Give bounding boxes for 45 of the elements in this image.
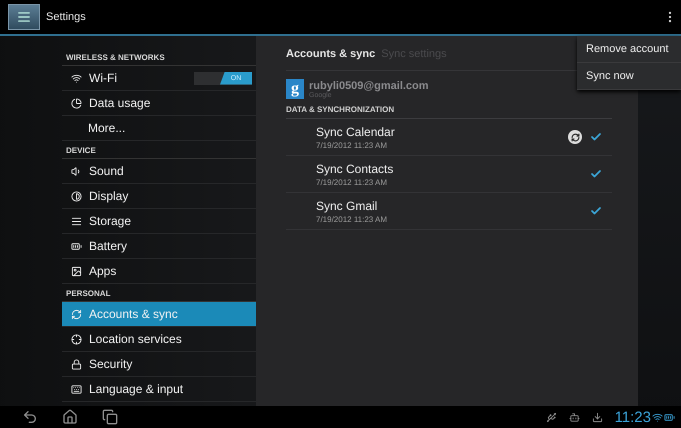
menu-item[interactable]: Remove account xyxy=(577,36,681,63)
checkbox[interactable] xyxy=(590,168,602,180)
lock-icon xyxy=(70,358,82,370)
sync-row[interactable]: Sync Gmail 7/19/2012 11:23 AM xyxy=(286,193,612,230)
speaker-icon xyxy=(70,166,82,176)
sidebar-item[interactable]: Display xyxy=(62,184,256,209)
battery-icon xyxy=(70,240,82,252)
sync-item-title: Sync Gmail xyxy=(316,198,378,212)
wifi-icon xyxy=(70,72,82,84)
sync-item-date: 7/19/2012 11:23 AM xyxy=(316,178,388,186)
lines-icon xyxy=(70,216,82,226)
recents-icon[interactable] xyxy=(102,409,118,425)
account-logo-icon: g xyxy=(286,79,304,99)
section-header: WIRELESS & NETWORKS xyxy=(62,48,256,66)
section-header: DEVICE xyxy=(62,141,256,159)
sync-item-title: Sync Contacts xyxy=(316,162,394,176)
usb-icon xyxy=(546,412,557,422)
crosshair-icon xyxy=(70,334,82,344)
home-icon[interactable] xyxy=(62,409,78,425)
checkbox[interactable] xyxy=(590,131,602,143)
clock-time: 11:23 xyxy=(614,408,651,426)
sync-item-title: Sync Calendar xyxy=(316,124,396,138)
account-email: rubyli0509@gmail.com xyxy=(309,80,429,92)
sync-item-date: 7/19/2012 11:23 AM xyxy=(316,214,388,224)
app-title: Settings xyxy=(46,11,86,23)
settings-app-icon[interactable] xyxy=(8,4,40,30)
sidebar-item[interactable]: Language & input xyxy=(62,377,256,402)
back-icon[interactable] xyxy=(22,409,38,425)
pie-chart-icon xyxy=(70,98,82,108)
sync-row[interactable]: Sync Contacts 7/19/2012 11:23 AM xyxy=(286,156,612,193)
sync-row[interactable]: Sync Calendar 7/19/2012 11:23 AM xyxy=(286,119,612,156)
wifi-signal-icon xyxy=(652,412,663,422)
picture-icon xyxy=(70,266,82,276)
section-header: DATA & SYNCHRONIZATION xyxy=(286,102,612,119)
sync-icon xyxy=(70,308,82,320)
contrast-icon xyxy=(70,190,82,202)
robot-icon xyxy=(568,412,580,422)
menu-item[interactable]: Sync now xyxy=(577,63,681,90)
breadcrumb-title: Accounts & sync xyxy=(286,48,376,60)
checkbox[interactable] xyxy=(590,205,602,217)
keyboard-icon xyxy=(70,384,82,394)
download-icon xyxy=(592,412,603,422)
sidebar-item[interactable]: Apps xyxy=(62,259,256,284)
battery-status-icon xyxy=(664,412,675,422)
sync-item-date: 7/19/2012 11:23 AM xyxy=(316,140,388,150)
